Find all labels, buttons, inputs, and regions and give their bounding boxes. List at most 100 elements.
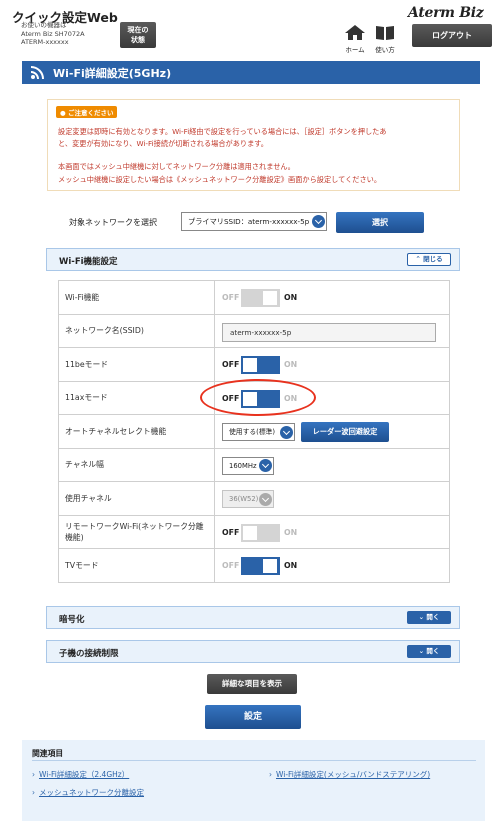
- device-label: お使いの機器は: [21, 21, 67, 29]
- channel-select[interactable]: 36(W52): [222, 490, 274, 508]
- switch-off-label: OFF: [222, 561, 240, 570]
- switch-on-label: ON: [284, 293, 298, 302]
- table-row: チャネル幅 160MHz: [58, 447, 450, 482]
- table-row: ネットワーク名(SSID) aterm-xxxxxx-5p: [58, 313, 450, 348]
- book-icon: [376, 26, 394, 40]
- home-nav[interactable]: ホーム: [343, 25, 367, 54]
- related-link-mesh-separation[interactable]: メッシュネットワーク分離設定: [32, 787, 144, 798]
- notice-badge: ● ご注意ください: [56, 106, 118, 118]
- switch-knob: [243, 525, 257, 540]
- row-label: 使用チャネル: [58, 481, 215, 516]
- switch-on-label: ON: [284, 561, 298, 570]
- wifi-settings-header: Wi-Fi機能設定 ⌃ 閉じる: [46, 248, 460, 271]
- 11be-mode-switch[interactable]: OFF ON: [222, 356, 332, 374]
- table-row: リモートワークWi-Fi(ネットワーク分離 機能) OFF ON: [58, 514, 450, 549]
- home-icon: [345, 25, 365, 40]
- switch-off-label: OFF: [222, 360, 240, 369]
- expand-button[interactable]: ⌄ 開く: [407, 645, 451, 658]
- related-items: 関連項目 Wi-Fi詳細設定（2.4GHz） Wi-Fi詳細設定(メッシュ/バン…: [22, 740, 485, 821]
- page-title-bar: Wi-Fi詳細設定(5GHz): [22, 61, 480, 84]
- show-details-button[interactable]: 詳細な項目を表示: [207, 674, 297, 694]
- chevron-down-icon: [259, 492, 272, 506]
- divider: [32, 760, 476, 761]
- manual-nav[interactable]: 使い方: [373, 25, 397, 54]
- network-select-label: 対象ネットワークを選択: [69, 218, 157, 227]
- table-row: 11beモード OFF ON: [58, 347, 450, 382]
- row-label: オートチャネルセレクト機能: [58, 414, 215, 449]
- auto-channel-select[interactable]: 使用する(標準): [222, 423, 295, 441]
- current-status-label: 現在の状態: [127, 26, 149, 44]
- apply-button[interactable]: 設定: [205, 705, 301, 729]
- related-title: 関連項目: [32, 749, 64, 758]
- notice-badge-label: ご注意ください: [67, 109, 114, 117]
- tv-mode-switch[interactable]: OFF ON: [222, 557, 332, 575]
- row-label: リモートワークWi-Fi(ネットワーク分離 機能): [58, 514, 215, 549]
- access-limit-header[interactable]: 子機の接続制限 ⌄ 開く: [46, 640, 460, 663]
- expand-button[interactable]: ⌄ 開く: [407, 611, 451, 624]
- switch-off-label: OFF: [222, 293, 240, 302]
- related-link-wifi-24ghz[interactable]: Wi-Fi詳細設定（2.4GHz）: [32, 769, 129, 780]
- radar-avoid-button[interactable]: レーダー波回避設定: [301, 422, 389, 442]
- switch-knob: [263, 559, 277, 573]
- expand-button-label: 開く: [426, 647, 440, 655]
- switch-off-label: OFF: [222, 527, 240, 537]
- row-label: Wi-Fi機能: [58, 280, 215, 315]
- switch-track: [241, 557, 280, 575]
- auto-channel-value: 使用する(標準): [229, 428, 276, 436]
- chevron-up-icon: ⌃: [415, 255, 424, 263]
- switch-track: [241, 523, 280, 542]
- switch-track: [241, 289, 280, 307]
- wifi-icon: [30, 66, 44, 80]
- switch-on-label: ON: [284, 360, 298, 369]
- chevron-down-icon: [312, 215, 325, 228]
- select-network-button[interactable]: 選択: [336, 212, 424, 233]
- row-label-line: 機能): [65, 532, 84, 542]
- page-title: Wi-Fi詳細設定(5GHz): [53, 67, 172, 80]
- table-row: 使用チャネル 36(W52): [58, 481, 450, 516]
- switch-knob: [263, 291, 277, 305]
- channel-width-value: 160MHz: [229, 461, 257, 470]
- switch-knob: [243, 358, 257, 372]
- network-select-value: プライマリSSID：aterm-xxxxxx-5p: [188, 217, 310, 226]
- manual-label: 使い方: [375, 46, 395, 54]
- device-model: Aterm Biz SH7072A: [21, 29, 85, 38]
- table-row: Wi-Fi機能 OFF ON: [58, 280, 450, 315]
- notice-line: と、変更が有効になり、Wi-Fi接続が切断される場合があります。: [58, 139, 268, 148]
- home-label: ホーム: [345, 46, 365, 54]
- highlight-circle: [200, 379, 316, 416]
- access-limit-title: 子機の接続制限: [59, 649, 119, 659]
- ssid-field: aterm-xxxxxx-5p: [222, 322, 436, 342]
- row-label: 11axモード: [58, 380, 215, 415]
- channel-width-select[interactable]: 160MHz: [222, 456, 274, 475]
- notice-box: ● ご注意ください 設定変更は即時に有効となります。Wi-Fi経由で設定を行って…: [47, 99, 460, 191]
- notice-line: 本画面ではメッシュ中継機に対してネットワーク分離は適用されません。: [58, 162, 295, 171]
- wifi-settings-table: Wi-Fi機能 OFF ON ネットワーク名(SSID) aterm-xxxxx…: [58, 280, 450, 583]
- table-row: オートチャネルセレクト機能 使用する(標準) レーダー波回避設定: [58, 414, 450, 449]
- device-info: お使いの機器は Aterm Biz SH7072A ATERM-xxxxxx: [21, 21, 85, 47]
- wifi-function-switch[interactable]: OFF ON: [222, 289, 332, 307]
- chevron-down-icon: [280, 425, 293, 439]
- row-label: 11beモード: [58, 347, 215, 382]
- notice-line: 設定変更は即時に有効となります。Wi-Fi経由で設定を行っている場合には、［設定…: [58, 127, 387, 136]
- logout-button[interactable]: ログアウト: [412, 24, 492, 47]
- network-select[interactable]: プライマリSSID：aterm-xxxxxx-5p: [181, 212, 327, 231]
- related-link-wifi-mesh[interactable]: Wi-Fi詳細設定(メッシュ/バンドステアリング): [269, 769, 430, 780]
- header: クイック設定Web お使いの機器は Aterm Biz SH7072A ATER…: [0, 0, 500, 54]
- device-name: ATERM-xxxxxx: [21, 38, 69, 46]
- remote-work-switch[interactable]: OFF ON: [222, 523, 332, 542]
- collapse-button[interactable]: ⌃ 閉じる: [407, 253, 451, 266]
- row-label: チャネル幅: [58, 447, 215, 482]
- expand-button-label: 開く: [426, 613, 440, 621]
- row-label-line: リモートワークWi-Fi(ネットワーク分離: [65, 521, 204, 531]
- encryption-header[interactable]: 暗号化 ⌄ 開く: [46, 606, 460, 629]
- row-label: ネットワーク名(SSID): [58, 313, 215, 348]
- brand-logo: Aterm Biz: [408, 5, 484, 21]
- channel-value: 36(W52): [229, 495, 259, 503]
- warning-icon: ●: [60, 109, 68, 117]
- switch-on-label: ON: [284, 527, 298, 537]
- collapse-button-label: 閉じる: [423, 255, 443, 263]
- switch-track: [241, 356, 280, 374]
- current-status-button[interactable]: 現在の状態: [120, 22, 156, 48]
- notice-line: メッシュ中継機に設定したい場合は《メッシュネットワーク分離設定》画面から設定して…: [58, 175, 382, 184]
- encryption-title: 暗号化: [59, 615, 85, 625]
